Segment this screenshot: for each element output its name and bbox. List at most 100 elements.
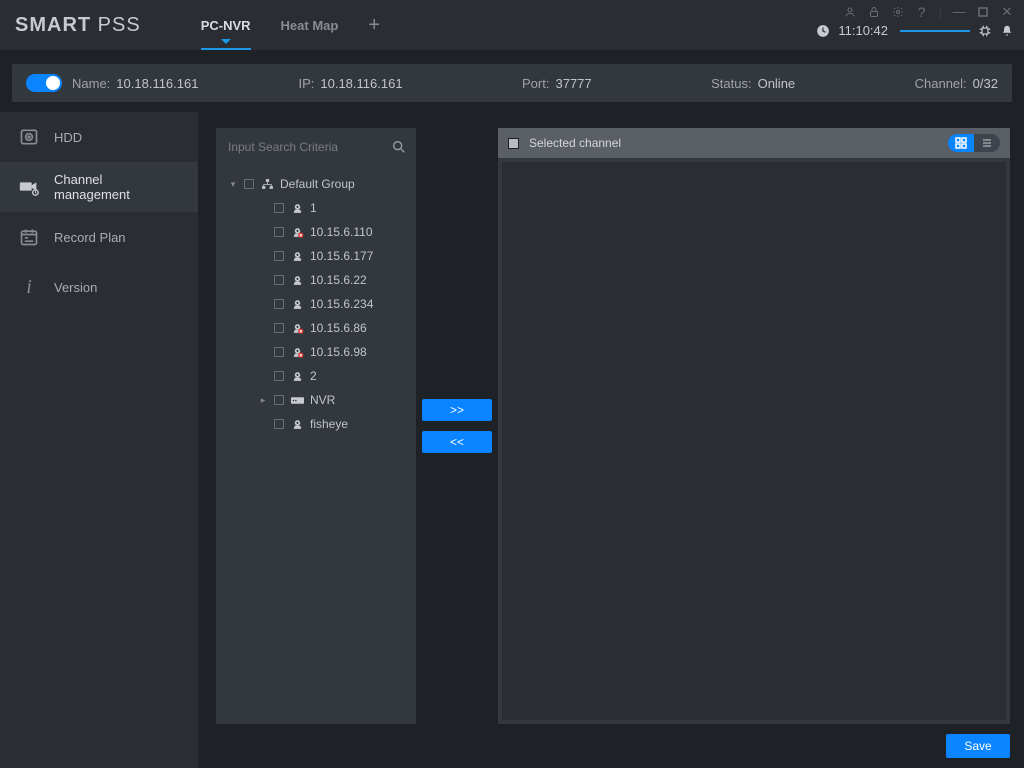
lock-icon[interactable] <box>867 5 881 19</box>
sidebar: HDD Channel management Record Plan i Ver… <box>0 112 198 768</box>
tree-checkbox[interactable] <box>274 203 284 213</box>
group-icon <box>260 177 274 191</box>
device-status: Online <box>758 76 796 91</box>
gear-icon[interactable] <box>891 5 905 19</box>
tree-checkbox[interactable] <box>274 299 284 309</box>
user-icon[interactable] <box>843 5 857 19</box>
enable-toggle[interactable] <box>26 74 62 92</box>
minimize-icon[interactable]: — <box>952 5 966 19</box>
tree-item[interactable]: 2 <box>220 364 412 388</box>
list-view-button[interactable] <box>974 134 1000 152</box>
camera-icon <box>18 176 40 198</box>
tree-label: 10.15.6.86 <box>310 321 367 335</box>
transfer-controls: >> << <box>416 128 498 724</box>
tree-item[interactable]: 10.15.6.110 <box>220 220 412 244</box>
cam-err-icon <box>290 225 304 239</box>
cam-icon <box>290 369 304 383</box>
cam-icon <box>290 249 304 263</box>
tree-label: 10.15.6.110 <box>310 225 373 239</box>
cam-err-icon <box>290 345 304 359</box>
tree-checkbox[interactable] <box>274 275 284 285</box>
titlebar: SMART PSS PC-NVR Heat Map + ? | — ✕ 11:1… <box>0 0 1024 50</box>
tree-checkbox[interactable] <box>274 227 284 237</box>
tree-label: 10.15.6.234 <box>310 297 373 311</box>
search-icon[interactable] <box>391 139 407 155</box>
nvr-icon <box>290 393 304 407</box>
disk-icon <box>18 126 40 148</box>
cam-err-icon <box>290 321 304 335</box>
tree-checkbox[interactable] <box>274 371 284 381</box>
tree-item[interactable]: 10.15.6.177 <box>220 244 412 268</box>
sidebar-item-label: HDD <box>54 130 82 145</box>
selected-channel-label: Selected channel <box>529 136 621 150</box>
save-button[interactable]: Save <box>946 734 1010 758</box>
search-input[interactable] <box>228 140 383 154</box>
cam-icon <box>290 297 304 311</box>
tree-item[interactable]: 10.15.6.234 <box>220 292 412 316</box>
selected-channel-panel: Selected channel <box>498 128 1010 724</box>
tree-checkbox[interactable] <box>274 251 284 261</box>
tree-label: 10.15.6.98 <box>310 345 367 359</box>
tree-label: NVR <box>310 393 335 407</box>
tree-item[interactable]: 10.15.6.22 <box>220 268 412 292</box>
device-tree: ▾ Default Group 1 10.15.6.110 10.15.6.177 10.… <box>216 166 416 442</box>
tree-label: 10.15.6.22 <box>310 273 367 287</box>
tree-label: Default Group <box>280 177 355 191</box>
tree-label: 10.15.6.177 <box>310 249 373 263</box>
tree-item[interactable]: ▸ NVR <box>220 388 412 412</box>
tree-label: 2 <box>310 369 317 383</box>
move-right-button[interactable]: >> <box>422 399 492 421</box>
help-icon[interactable]: ? <box>915 5 929 19</box>
add-tab-button[interactable]: + <box>368 14 380 37</box>
tree-item[interactable]: fisheye <box>220 412 412 436</box>
tree-item[interactable]: 10.15.6.86 <box>220 316 412 340</box>
maximize-icon[interactable] <box>976 5 990 19</box>
device-name: 10.18.116.161 <box>116 76 198 91</box>
expand-icon[interactable]: ▸ <box>258 395 268 406</box>
device-channel: 0/32 <box>973 76 998 91</box>
select-all-checkbox[interactable] <box>508 138 519 149</box>
tree-checkbox[interactable] <box>274 395 284 405</box>
app-logo: SMART PSS <box>15 14 141 37</box>
source-channel-panel: ▾ Default Group 1 10.15.6.110 10.15.6.177 10.… <box>216 128 416 724</box>
cpu-icon[interactable] <box>978 24 992 38</box>
tree-label: 1 <box>310 201 317 215</box>
sidebar-item-hdd[interactable]: HDD <box>0 112 198 162</box>
clock-row: 11:10:42 <box>816 23 1014 38</box>
tree-checkbox[interactable] <box>274 323 284 333</box>
calendar-icon <box>18 226 40 248</box>
device-infobar: Name:10.18.116.161 IP:10.18.116.161 Port… <box>12 64 1012 102</box>
tab-pc-nvr[interactable]: PC-NVR <box>201 0 251 50</box>
sidebar-item-channel-management[interactable]: Channel management <box>0 162 198 212</box>
tree-item[interactable]: 1 <box>220 196 412 220</box>
grid-view-button[interactable] <box>948 134 974 152</box>
selected-channel-body <box>502 162 1006 720</box>
close-icon[interactable]: ✕ <box>1000 5 1014 19</box>
device-port: 37777 <box>555 76 591 91</box>
tree-item[interactable]: 10.15.6.98 <box>220 340 412 364</box>
cam-icon <box>290 417 304 431</box>
clock-text: 11:10:42 <box>838 23 888 38</box>
tree-group[interactable]: ▾ Default Group <box>220 172 412 196</box>
bell-icon[interactable] <box>1000 24 1014 38</box>
collapse-icon[interactable]: ▾ <box>228 179 238 190</box>
tree-checkbox[interactable] <box>274 347 284 357</box>
cam-icon <box>290 201 304 215</box>
tree-checkbox[interactable] <box>274 419 284 429</box>
sidebar-item-label: Version <box>54 280 97 295</box>
sidebar-item-label: Record Plan <box>54 230 126 245</box>
sidebar-item-record-plan[interactable]: Record Plan <box>0 212 198 262</box>
tree-checkbox[interactable] <box>244 179 254 189</box>
window-controls: ? | — ✕ <box>843 4 1014 19</box>
sidebar-item-label: Channel management <box>54 172 180 202</box>
clock-icon <box>816 24 830 38</box>
tab-strip: PC-NVR Heat Map + <box>201 0 380 50</box>
sidebar-item-version[interactable]: i Version <box>0 262 198 312</box>
tab-heat-map[interactable]: Heat Map <box>281 0 339 50</box>
cam-icon <box>290 273 304 287</box>
device-ip: 10.18.116.161 <box>320 76 402 91</box>
move-left-button[interactable]: << <box>422 431 492 453</box>
tree-label: fisheye <box>310 417 348 431</box>
info-icon: i <box>18 276 40 298</box>
view-toggle <box>948 134 1000 152</box>
